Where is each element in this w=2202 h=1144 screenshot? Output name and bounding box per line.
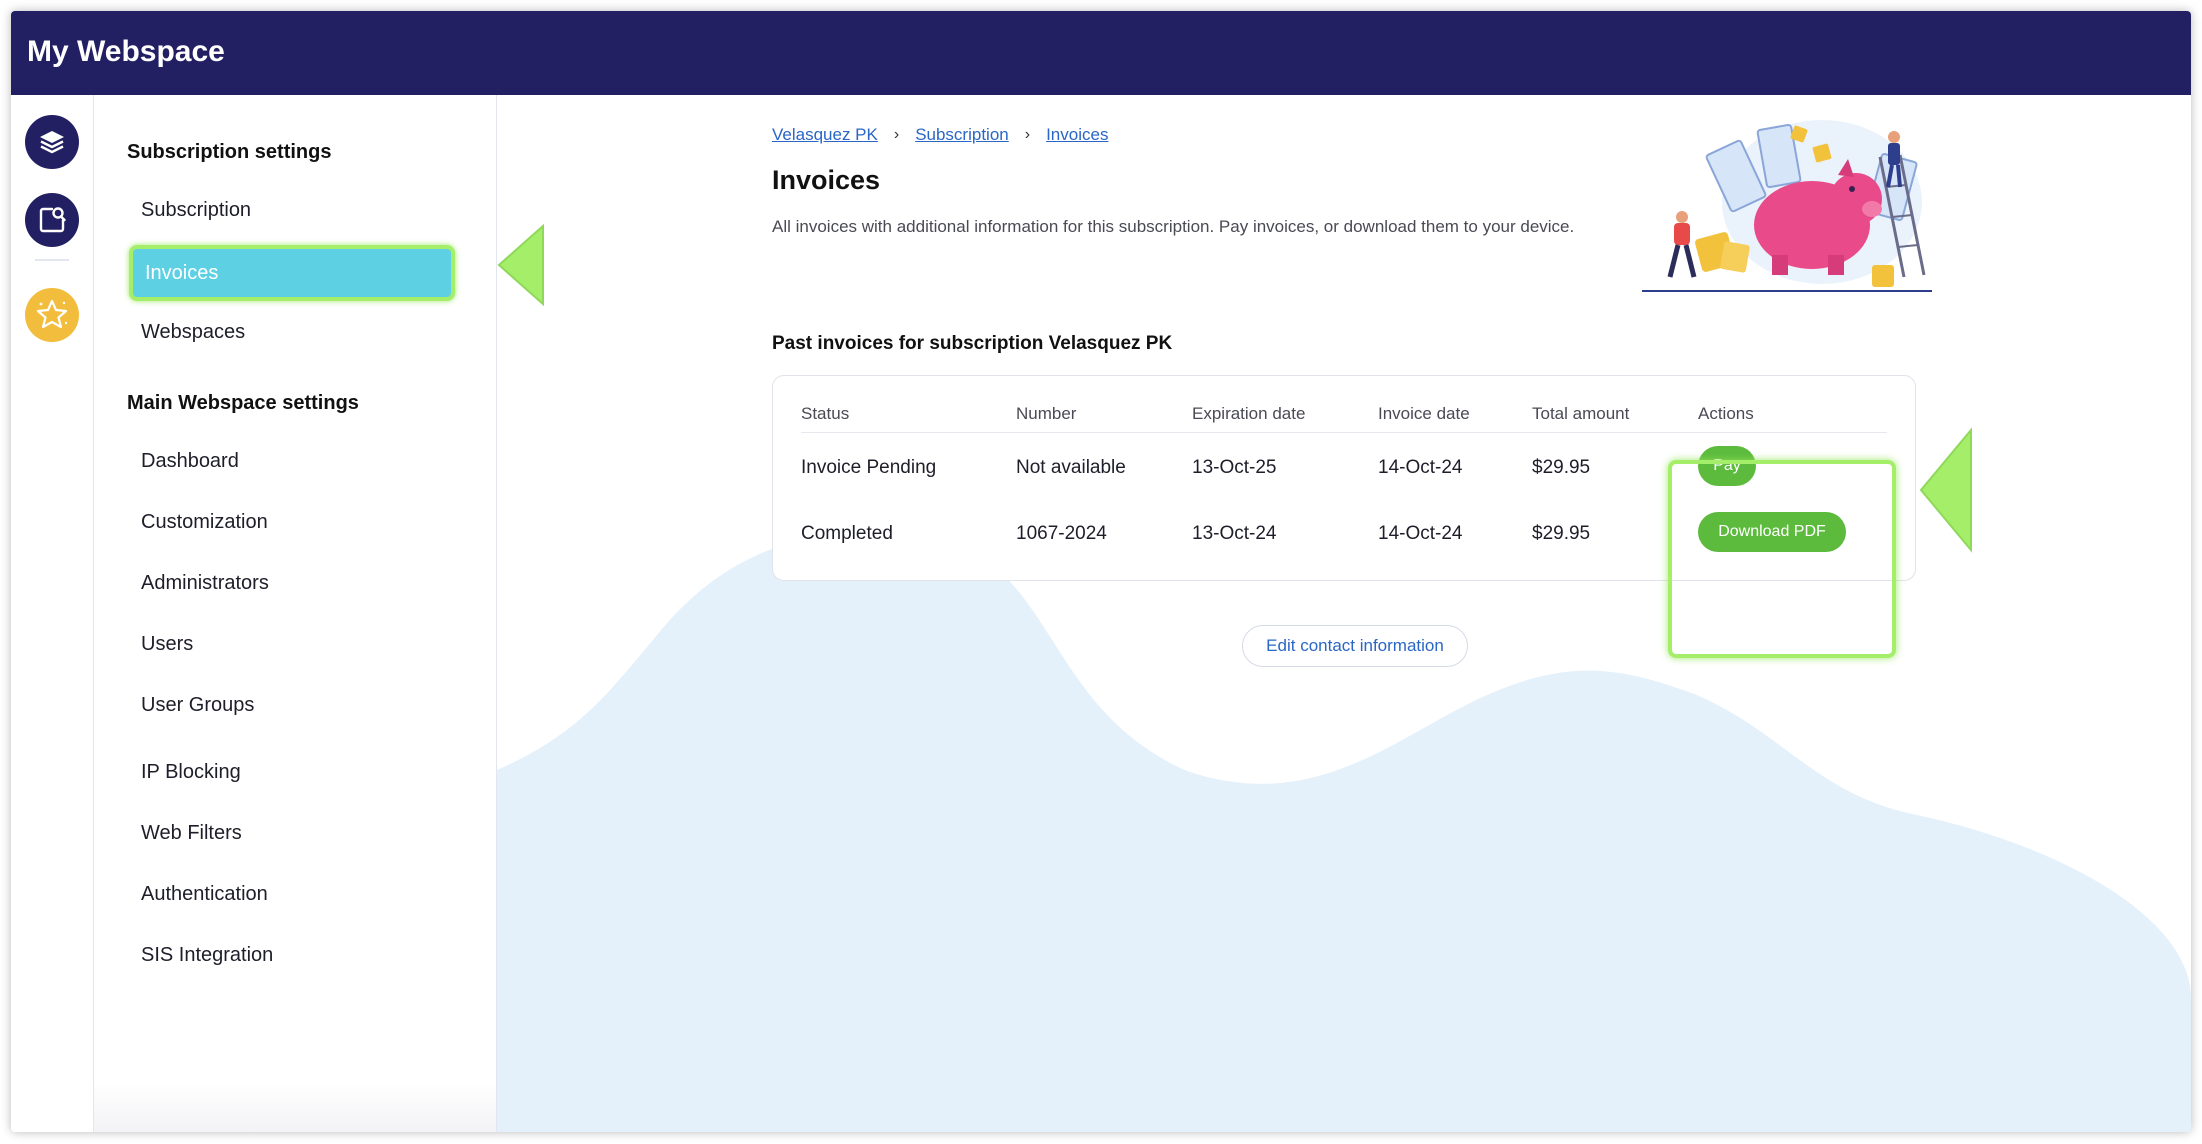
sidebar-item-invoices[interactable]: Invoices: [129, 245, 455, 301]
column-header-actions: Actions: [1698, 404, 1754, 423]
page-title: Invoices: [772, 165, 881, 195]
rail-divider: [35, 259, 69, 261]
section-title-subscription-settings: Subscription settings: [127, 141, 332, 163]
cell-status: Invoice Pending: [801, 457, 937, 478]
cell-total-amount: $29.95: [1532, 457, 1591, 478]
table-header-divider: [801, 432, 1887, 433]
cell-number: 1067-2024: [1016, 523, 1107, 544]
sidebar-item-web-filters[interactable]: Web Filters: [141, 822, 242, 845]
top-bar: My Webspace: [11, 11, 2191, 95]
past-invoices-title: Past invoices for subscription Velasquez…: [772, 333, 1173, 354]
cell-invoice-date: 14-Oct-24: [1378, 523, 1463, 544]
sidebar-item-user-groups[interactable]: User Groups: [141, 694, 254, 717]
star-badge-icon[interactable]: [25, 288, 79, 342]
cell-expiration-date: 13-Oct-24: [1192, 523, 1277, 544]
breadcrumb: Velasquez PK › Subscription › Invoices: [772, 125, 1108, 145]
column-header-number: Number: [1016, 404, 1077, 423]
actions-column-highlight: [1668, 460, 1896, 658]
cell-total-amount: $29.95: [1532, 523, 1591, 544]
cell-number: Not available: [1016, 457, 1126, 478]
cell-invoice-date: 14-Oct-24: [1378, 457, 1463, 478]
settings-sidebar: Subscription settings Subscription Invoi…: [94, 95, 497, 1132]
piggy-bank-illustration: [1642, 120, 1932, 292]
sidebar-item-sis-integration[interactable]: SIS Integration: [141, 944, 273, 967]
breadcrumb-link-velasquez-pk[interactable]: Velasquez PK: [772, 125, 878, 145]
sidebar-item-ip-blocking[interactable]: IP Blocking: [141, 761, 241, 784]
column-header-expiration-date: Expiration date: [1192, 404, 1306, 423]
cell-expiration-date: 13-Oct-25: [1192, 457, 1277, 478]
app-window: My Webspace Subscription settings Subscr…: [11, 11, 2191, 1132]
pointer-arrow-icon: [1919, 427, 1972, 553]
sidebar-item-subscription[interactable]: Subscription: [141, 199, 251, 222]
background-wave: [497, 531, 2191, 1132]
sidebar-item-webspaces[interactable]: Webspaces: [141, 321, 245, 344]
column-header-invoice-date: Invoice date: [1378, 404, 1470, 423]
icon-rail: [11, 95, 94, 1132]
layers-icon[interactable]: [25, 115, 79, 169]
search-document-icon[interactable]: [25, 193, 79, 247]
chevron-right-icon: ›: [1024, 126, 1031, 143]
sidebar-item-users[interactable]: Users: [141, 633, 193, 656]
sidebar-item-customization[interactable]: Customization: [141, 511, 268, 534]
sidebar-item-authentication[interactable]: Authentication: [141, 883, 268, 906]
sidebar-shadow: [94, 1082, 496, 1132]
chevron-right-icon: ›: [893, 126, 900, 143]
edit-contact-information-button[interactable]: Edit contact information: [1242, 625, 1468, 667]
main-content: Velasquez PK › Subscription › Invoices I…: [497, 95, 2191, 1132]
column-header-total-amount: Total amount: [1532, 404, 1630, 423]
sidebar-item-administrators[interactable]: Administrators: [141, 572, 269, 595]
sidebar-item-dashboard[interactable]: Dashboard: [141, 450, 239, 473]
column-header-status: Status: [801, 404, 850, 423]
section-title-main-webspace-settings: Main Webspace settings: [127, 392, 359, 414]
app-title: My Webspace: [27, 35, 225, 68]
page-description: All invoices with additional information…: [772, 217, 1575, 236]
cell-status: Completed: [801, 523, 893, 544]
breadcrumb-link-invoices[interactable]: Invoices: [1046, 125, 1108, 145]
breadcrumb-link-subscription[interactable]: Subscription: [915, 125, 1009, 145]
pointer-arrow-icon: [497, 223, 544, 307]
